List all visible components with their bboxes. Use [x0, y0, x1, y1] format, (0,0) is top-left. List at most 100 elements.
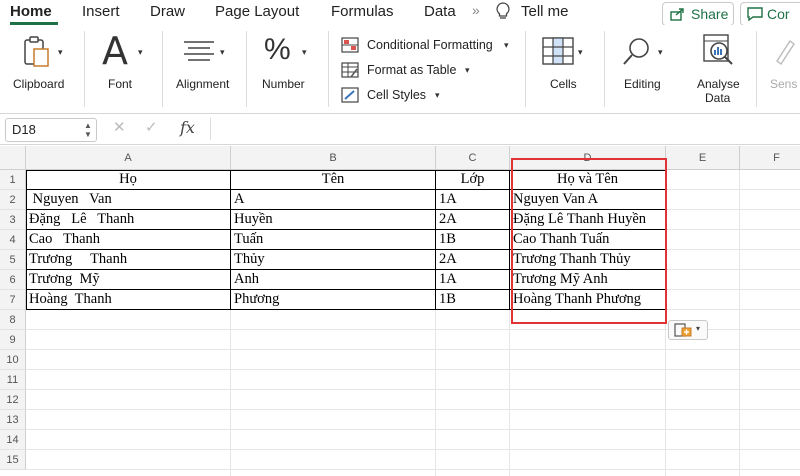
- row-header[interactable]: 4: [0, 230, 26, 250]
- column-header-f[interactable]: F: [740, 146, 800, 170]
- row-header[interactable]: 6: [0, 270, 26, 290]
- tell-me-search[interactable]: Tell me: [521, 3, 569, 20]
- cell-d6[interactable]: Trương Mỹ Anh: [510, 270, 666, 290]
- sensitivity-label: Sens: [770, 77, 798, 91]
- editing-chevron-down-icon: ▾: [658, 47, 663, 57]
- format-as-table-button[interactable]: Format as Table ▾: [341, 62, 481, 80]
- row-header[interactable]: 10: [0, 350, 26, 370]
- cell-a6[interactable]: Trương Mỹ: [26, 270, 231, 290]
- number-group[interactable]: % ▾ Number: [256, 25, 320, 113]
- tab-home[interactable]: Home: [10, 3, 52, 20]
- row-header[interactable]: 9: [0, 330, 26, 350]
- comment-icon: [747, 7, 763, 21]
- name-box-stepper-icon[interactable]: ▲ ▼: [84, 121, 92, 139]
- cell-a2[interactable]: Nguyen Van: [26, 190, 231, 210]
- cell-b3[interactable]: Huyền: [231, 210, 436, 230]
- conditional-formatting-button[interactable]: Conditional Formatting ▾: [341, 37, 521, 55]
- cell-c6[interactable]: 1A: [436, 270, 510, 290]
- share-label: Share: [691, 6, 729, 22]
- table-left-border: [26, 170, 27, 310]
- cell-d2[interactable]: Nguyen Van A: [510, 190, 666, 210]
- cell-d7[interactable]: Hoàng Thanh Phương: [510, 290, 666, 310]
- cell-d4[interactable]: Cao Thanh Tuấn: [510, 230, 666, 250]
- column-header-d[interactable]: D: [510, 146, 666, 170]
- number-label: Number: [262, 77, 305, 91]
- editing-group[interactable]: ▾ Editing: [614, 25, 676, 113]
- cell-styles-button[interactable]: Cell Styles ▾: [341, 87, 461, 105]
- analyse-data-button[interactable]: Analyse Data: [688, 25, 750, 113]
- cell-c1[interactable]: Lớp: [436, 170, 510, 190]
- column-header-e[interactable]: E: [666, 146, 740, 170]
- ribbon-divider: [246, 31, 247, 107]
- column-header-a[interactable]: A: [26, 146, 231, 170]
- row-header[interactable]: 2: [0, 190, 26, 210]
- paste-options-button[interactable]: ▾: [668, 320, 708, 340]
- cell-b6[interactable]: Anh: [231, 270, 436, 290]
- name-box[interactable]: D18 ▲ ▼: [5, 118, 97, 142]
- ribbon-divider: [756, 31, 757, 107]
- cell-c3[interactable]: 2A: [436, 210, 510, 230]
- ribbon-divider: [84, 31, 85, 107]
- ribbon-tab-bar: Home Insert Draw Page Layout Formulas Da…: [0, 0, 800, 26]
- lightbulb-icon: [496, 2, 510, 19]
- conditional-formatting-label: Conditional Formatting: [367, 38, 493, 52]
- column-header-c[interactable]: C: [436, 146, 510, 170]
- alignment-group[interactable]: ▾ Alignment: [172, 25, 240, 113]
- cancel-x-icon[interactable]: ✕: [113, 118, 126, 136]
- cell-a1[interactable]: Họ: [26, 170, 231, 190]
- row-header[interactable]: 1: [0, 170, 26, 190]
- row-header[interactable]: 14: [0, 430, 26, 450]
- cell-c4[interactable]: 1B: [436, 230, 510, 250]
- sensitivity-button[interactable]: Sens: [764, 25, 800, 113]
- cell-d1[interactable]: Họ và Tên: [510, 170, 666, 190]
- share-icon: [670, 8, 684, 21]
- ribbon-divider: [162, 31, 163, 107]
- ribbon-home: ▾ Clipboard A ▾ Font ▾ Alignment % ▾ Num…: [0, 25, 800, 114]
- cell-c7[interactable]: 1B: [436, 290, 510, 310]
- select-all-corner[interactable]: [0, 146, 26, 170]
- row-header[interactable]: 3: [0, 210, 26, 230]
- insert-function-fx[interactable]: fx: [180, 118, 195, 137]
- clipboard-group[interactable]: ▾ Clipboard: [10, 25, 74, 113]
- cells-group[interactable]: ▾ Cells: [536, 25, 596, 113]
- tab-data[interactable]: Data: [424, 3, 456, 20]
- cell-a3[interactable]: Đặng Lê Thanh: [26, 210, 231, 230]
- cell-c5[interactable]: 2A: [436, 250, 510, 270]
- analyse-data-label-line1: Analyse: [697, 77, 740, 91]
- row-header[interactable]: 12: [0, 390, 26, 410]
- tab-formulas[interactable]: Formulas: [331, 3, 394, 20]
- more-tabs-icon[interactable]: »: [472, 2, 480, 18]
- cell-b4[interactable]: Tuấn: [231, 230, 436, 250]
- tab-draw[interactable]: Draw: [150, 3, 185, 20]
- cell-a5[interactable]: Trương Thanh: [26, 250, 231, 270]
- row-header[interactable]: 11: [0, 370, 26, 390]
- share-button[interactable]: Share: [662, 2, 734, 26]
- row-header[interactable]: 7: [0, 290, 26, 310]
- row-header[interactable]: 15: [0, 450, 26, 470]
- clipboard-label: Clipboard: [13, 77, 65, 91]
- column-header-b[interactable]: B: [231, 146, 436, 170]
- confirm-check-icon[interactable]: ✓: [145, 118, 158, 136]
- cell-b7[interactable]: Phương: [231, 290, 436, 310]
- cell-b2[interactable]: A: [231, 190, 436, 210]
- ribbon-divider: [328, 31, 329, 107]
- row-header[interactable]: 13: [0, 410, 26, 430]
- font-group[interactable]: A ▾ Font: [96, 25, 154, 113]
- cell-b5[interactable]: Thủy: [231, 250, 436, 270]
- cells-label: Cells: [550, 77, 577, 91]
- cell-c2[interactable]: 1A: [436, 190, 510, 210]
- formula-bar-divider: [210, 118, 211, 140]
- row-header[interactable]: 5: [0, 250, 26, 270]
- cell-d3[interactable]: Đặng Lê Thanh Huyền: [510, 210, 666, 230]
- cell-d5[interactable]: Trương Thanh Thủy: [510, 250, 666, 270]
- cell-a7[interactable]: Hoàng Thanh: [26, 290, 231, 310]
- row-header[interactable]: 8: [0, 310, 26, 330]
- cell-b1[interactable]: Tên: [231, 170, 436, 190]
- alignment-chevron-down-icon: ▾: [220, 47, 225, 57]
- cell-a4[interactable]: Cao Thanh: [26, 230, 231, 250]
- tab-insert[interactable]: Insert: [82, 3, 120, 20]
- tab-page-layout[interactable]: Page Layout: [215, 3, 299, 20]
- spreadsheet-grid[interactable]: A B C D E F 1 2 3 4 5 6 7 8 9 10 11 12 1…: [0, 146, 800, 476]
- percent-icon: %: [264, 33, 291, 66]
- comments-button[interactable]: Cor: [740, 2, 800, 26]
